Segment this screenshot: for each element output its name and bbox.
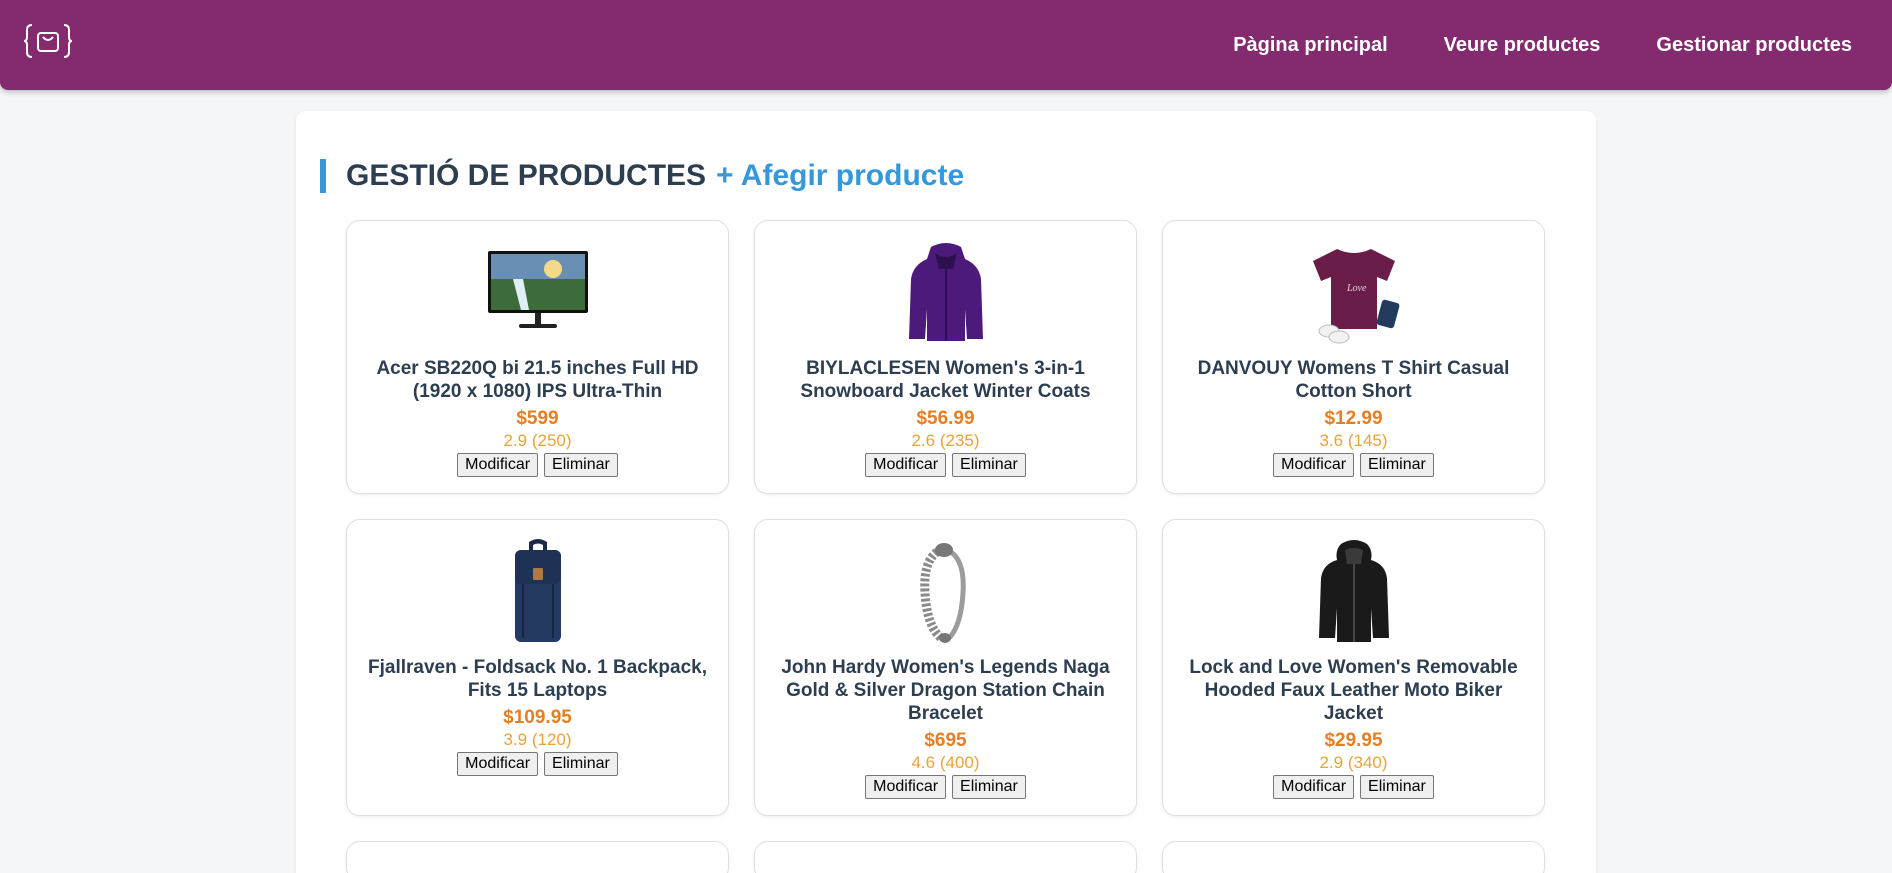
product-image xyxy=(891,239,1001,349)
product-image xyxy=(891,538,1001,648)
product-grid: Acer SB220Q bi 21.5 inches Full HD (1920… xyxy=(346,220,1545,873)
card-actions: Modificar Eliminar xyxy=(1181,453,1526,477)
product-price: $109.95 xyxy=(503,707,572,728)
svg-text:Love: Love xyxy=(1346,283,1367,294)
product-rating: 2.9 (250) xyxy=(503,431,572,450)
product-title: BIYLACLESEN Women's 3-in-1 Snowboard Jac… xyxy=(800,358,1091,402)
page-heading: GESTIÓ DE PRODUCTES + Afegir producte xyxy=(320,159,964,193)
delete-button[interactable]: Eliminar xyxy=(1360,453,1434,477)
card-actions: Modificar Eliminar xyxy=(365,752,710,776)
product-rating: 2.6 (235) xyxy=(911,431,980,450)
product-price: $695 xyxy=(924,730,967,751)
product-price: $12.99 xyxy=(1324,408,1383,429)
product-title: DANVOUY Womens T Shirt Casual Cotton Sho… xyxy=(1197,358,1510,402)
navbar: Pàgina principal Veure productes Gestion… xyxy=(0,0,1892,90)
modify-button[interactable]: Modificar xyxy=(457,453,539,477)
product-rating: 2.9 (340) xyxy=(1319,753,1388,772)
modify-button[interactable]: Modificar xyxy=(1273,775,1355,799)
delete-button[interactable]: Eliminar xyxy=(544,752,618,776)
product-price: $56.99 xyxy=(916,408,975,429)
leather-jacket-icon xyxy=(1318,540,1389,642)
product-card: Acer SB220Q bi 21.5 inches Full HD (1920… xyxy=(346,220,729,494)
monitor-icon xyxy=(487,251,588,328)
product-card-partial xyxy=(1162,841,1545,873)
product-rating: 4.6 (400) xyxy=(911,753,980,772)
bracelet-icon xyxy=(919,543,966,643)
modify-button[interactable]: Modificar xyxy=(457,752,539,776)
product-image xyxy=(483,239,593,349)
modify-button[interactable]: Modificar xyxy=(865,453,947,477)
product-image xyxy=(483,538,593,648)
product-card: BIYLACLESEN Women's 3-in-1 Snowboard Jac… xyxy=(754,220,1137,494)
card-actions: Modificar Eliminar xyxy=(365,453,710,477)
product-card: John Hardy Women's Legends Naga Gold & S… xyxy=(754,519,1137,816)
card-actions: Modificar Eliminar xyxy=(773,453,1118,477)
jacket-icon xyxy=(908,243,983,341)
product-title: Acer SB220Q bi 21.5 inches Full HD (1920… xyxy=(376,358,699,402)
nav-link-manage-products[interactable]: Gestionar productes xyxy=(1656,34,1852,57)
product-rating: 3.9 (120) xyxy=(503,730,572,749)
card-actions: Modificar Eliminar xyxy=(1181,775,1526,799)
delete-button[interactable]: Eliminar xyxy=(1360,775,1434,799)
main-panel: GESTIÓ DE PRODUCTES + Afegir producte Ac… xyxy=(296,111,1596,873)
add-product-link[interactable]: + Afegir producte xyxy=(716,159,964,193)
delete-button[interactable]: Eliminar xyxy=(952,775,1026,799)
nav-link-view-products[interactable]: Veure productes xyxy=(1444,34,1601,57)
product-card: Fjallraven - Foldsack No. 1 Backpack, Fi… xyxy=(346,519,729,816)
product-image: Love xyxy=(1299,239,1409,349)
product-rating: 3.6 (145) xyxy=(1319,431,1388,450)
product-title: Lock and Love Women's Removable Hooded F… xyxy=(1189,657,1518,724)
modify-button[interactable]: Modificar xyxy=(1273,453,1355,477)
product-price: $599 xyxy=(516,408,559,429)
product-title: John Hardy Women's Legends Naga Gold & S… xyxy=(781,657,1110,724)
tshirt-icon: Love xyxy=(1312,249,1399,344)
product-card: Love DANVOUY Womens T Shirt Casual Cotto… xyxy=(1162,220,1545,494)
product-card-partial xyxy=(754,841,1137,873)
shopping-bag-logo-icon[interactable] xyxy=(24,22,72,60)
product-title: Fjallraven - Foldsack No. 1 Backpack, Fi… xyxy=(368,657,707,701)
card-actions: Modificar Eliminar xyxy=(773,775,1118,799)
main-nav: Pàgina principal Veure productes Gestion… xyxy=(1233,0,1852,90)
delete-button[interactable]: Eliminar xyxy=(544,453,618,477)
backpack-icon xyxy=(514,539,561,642)
delete-button[interactable]: Eliminar xyxy=(952,453,1026,477)
modify-button[interactable]: Modificar xyxy=(865,775,947,799)
product-card-partial xyxy=(346,841,729,873)
product-image xyxy=(1299,538,1409,648)
page-title: GESTIÓ DE PRODUCTES xyxy=(346,159,707,192)
product-price: $29.95 xyxy=(1324,730,1383,751)
nav-link-home[interactable]: Pàgina principal xyxy=(1233,34,1387,57)
product-card: Lock and Love Women's Removable Hooded F… xyxy=(1162,519,1545,816)
